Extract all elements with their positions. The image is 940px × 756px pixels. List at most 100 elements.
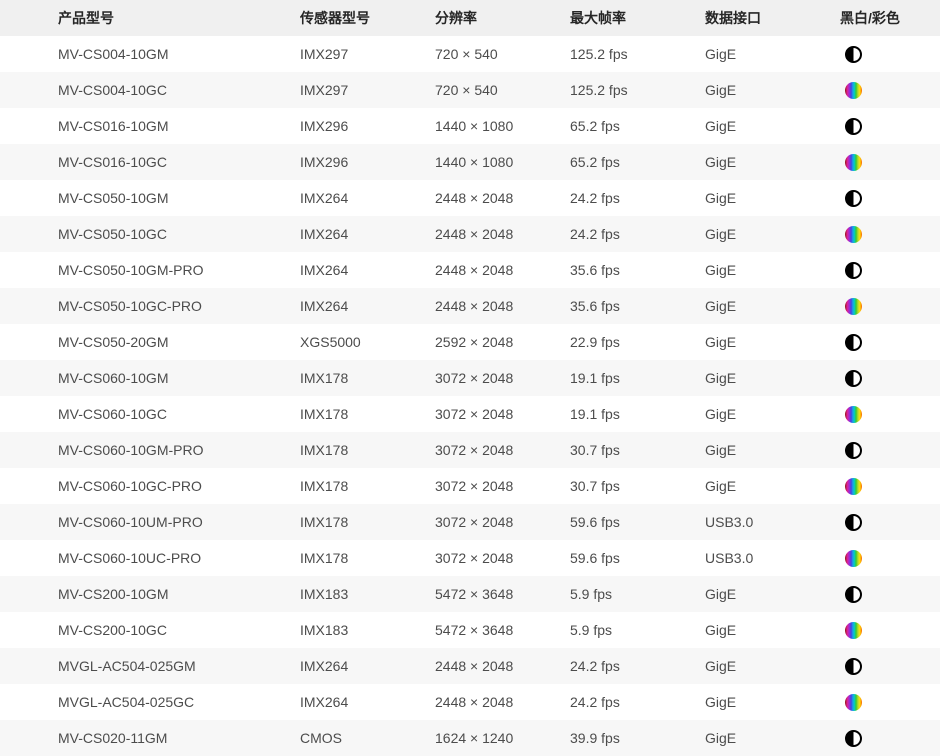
- cell-interface: GigE: [705, 262, 840, 278]
- cell-model: MV-CS004-10GM: [0, 46, 300, 62]
- cell-model: MV-CS060-10UM-PRO: [0, 514, 300, 530]
- cell-interface: GigE: [705, 730, 840, 746]
- cell-interface: GigE: [705, 190, 840, 206]
- color-circle-icon: [845, 226, 862, 243]
- cell-sensor: IMX183: [300, 586, 435, 602]
- cell-chroma: [840, 513, 940, 531]
- cell-interface: GigE: [705, 694, 840, 710]
- cell-resolution: 5472 × 3648: [435, 622, 570, 638]
- table-row: MV-CS050-10GC-PROIMX2642448 × 204835.6 f…: [0, 288, 940, 324]
- mono-circle-icon: [845, 514, 862, 531]
- cell-model: MV-CS200-10GC: [0, 622, 300, 638]
- cell-chroma: [840, 621, 940, 639]
- cell-resolution: 2448 × 2048: [435, 658, 570, 674]
- cell-model: MV-CS050-10GC: [0, 226, 300, 242]
- table-header-row: 产品型号 传感器型号 分辨率 最大帧率 数据接口 黑白/彩色: [0, 0, 940, 36]
- cell-chroma: [840, 297, 940, 315]
- cell-interface: GigE: [705, 442, 840, 458]
- cell-resolution: 1624 × 1240: [435, 730, 570, 746]
- cell-model: MV-CS050-10GC-PRO: [0, 298, 300, 314]
- cell-chroma: [840, 729, 940, 747]
- cell-resolution: 3072 × 2048: [435, 370, 570, 386]
- cell-max_fps: 19.1 fps: [570, 406, 705, 422]
- cell-interface: GigE: [705, 478, 840, 494]
- cell-resolution: 3072 × 2048: [435, 406, 570, 422]
- table-row: MV-CS200-10GCIMX1835472 × 36485.9 fpsGig…: [0, 612, 940, 648]
- cell-model: MV-CS200-10GM: [0, 586, 300, 602]
- cell-sensor: IMX296: [300, 154, 435, 170]
- cell-chroma: [840, 369, 940, 387]
- cell-sensor: CMOS: [300, 730, 435, 746]
- mono-circle-icon: [845, 334, 862, 351]
- mono-circle-icon: [845, 118, 862, 135]
- mono-circle-icon: [845, 370, 862, 387]
- mono-circle-icon: [845, 586, 862, 603]
- cell-model: MV-CS050-10GM: [0, 190, 300, 206]
- mono-circle-icon: [845, 730, 862, 747]
- cell-interface: GigE: [705, 334, 840, 350]
- cell-sensor: IMX178: [300, 550, 435, 566]
- cell-chroma: [840, 333, 940, 351]
- table-row: MV-CS050-10GMIMX2642448 × 204824.2 fpsGi…: [0, 180, 940, 216]
- table-row: MV-CS060-10GM-PROIMX1783072 × 204830.7 f…: [0, 432, 940, 468]
- cell-sensor: IMX296: [300, 118, 435, 134]
- cell-chroma: [840, 693, 940, 711]
- cell-sensor: IMX297: [300, 82, 435, 98]
- cell-chroma: [840, 441, 940, 459]
- cell-model: MV-CS060-10GM-PRO: [0, 442, 300, 458]
- column-header-sensor: 传感器型号: [300, 8, 435, 28]
- mono-circle-icon: [845, 46, 862, 63]
- cell-max_fps: 30.7 fps: [570, 442, 705, 458]
- cell-chroma: [840, 657, 940, 675]
- table-row: MV-CS060-10GC-PROIMX1783072 × 204830.7 f…: [0, 468, 940, 504]
- table-row: MV-CS016-10GCIMX2961440 × 108065.2 fpsGi…: [0, 144, 940, 180]
- cell-sensor: IMX264: [300, 262, 435, 278]
- color-circle-icon: [845, 478, 862, 495]
- cell-model: MV-CS050-10GM-PRO: [0, 262, 300, 278]
- cell-model: MVGL-AC504-025GM: [0, 658, 300, 674]
- table-row: MV-CS050-20GMXGS50002592 × 204822.9 fpsG…: [0, 324, 940, 360]
- cell-max_fps: 125.2 fps: [570, 82, 705, 98]
- color-circle-icon: [845, 550, 862, 567]
- cell-max_fps: 65.2 fps: [570, 154, 705, 170]
- cell-resolution: 1440 × 1080: [435, 154, 570, 170]
- table-row: MV-CS060-10UC-PROIMX1783072 × 204859.6 f…: [0, 540, 940, 576]
- cell-max_fps: 39.9 fps: [570, 730, 705, 746]
- table-row: MVGL-AC504-025GCIMX2642448 × 204824.2 fp…: [0, 684, 940, 720]
- color-circle-icon: [845, 622, 862, 639]
- color-circle-icon: [845, 406, 862, 423]
- cell-resolution: 720 × 540: [435, 82, 570, 98]
- mono-circle-icon: [845, 190, 862, 207]
- table-row: MV-CS060-10GCIMX1783072 × 204819.1 fpsGi…: [0, 396, 940, 432]
- cell-max_fps: 125.2 fps: [570, 46, 705, 62]
- cell-interface: GigE: [705, 46, 840, 62]
- cell-max_fps: 22.9 fps: [570, 334, 705, 350]
- cell-model: MV-CS060-10GM: [0, 370, 300, 386]
- color-circle-icon: [845, 154, 862, 171]
- cell-sensor: IMX264: [300, 226, 435, 242]
- mono-circle-icon: [845, 262, 862, 279]
- cell-model: MV-CS016-10GM: [0, 118, 300, 134]
- cell-max_fps: 24.2 fps: [570, 658, 705, 674]
- cell-max_fps: 35.6 fps: [570, 262, 705, 278]
- cell-interface: GigE: [705, 298, 840, 314]
- cell-interface: GigE: [705, 406, 840, 422]
- cell-resolution: 3072 × 2048: [435, 442, 570, 458]
- cell-chroma: [840, 225, 940, 243]
- cell-resolution: 2448 × 2048: [435, 298, 570, 314]
- cell-sensor: IMX264: [300, 658, 435, 674]
- cell-interface: GigE: [705, 370, 840, 386]
- cell-resolution: 3072 × 2048: [435, 514, 570, 530]
- color-circle-icon: [845, 694, 862, 711]
- cell-model: MV-CS020-11GM: [0, 730, 300, 746]
- cell-chroma: [840, 189, 940, 207]
- cell-chroma: [840, 405, 940, 423]
- cell-resolution: 1440 × 1080: [435, 118, 570, 134]
- cell-resolution: 3072 × 2048: [435, 550, 570, 566]
- table-row: MV-CS060-10UM-PROIMX1783072 × 204859.6 f…: [0, 504, 940, 540]
- cell-max_fps: 24.2 fps: [570, 226, 705, 242]
- cell-interface: GigE: [705, 118, 840, 134]
- cell-interface: GigE: [705, 82, 840, 98]
- column-header-chroma: 黑白/彩色: [840, 8, 940, 28]
- cell-chroma: [840, 549, 940, 567]
